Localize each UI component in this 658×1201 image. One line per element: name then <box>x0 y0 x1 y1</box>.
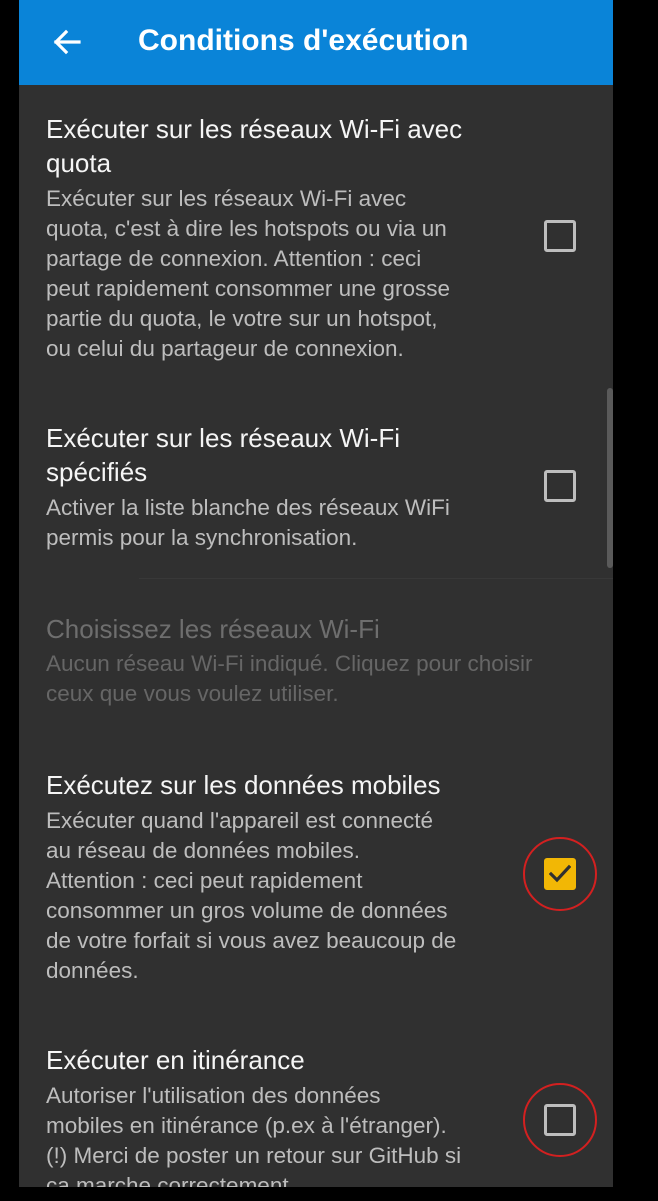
pref-summary: Exécuter sur les réseaux Wi-Fi avec quot… <box>46 184 516 364</box>
scrollbar[interactable] <box>607 388 613 568</box>
pref-summary-line: de votre forfait si vous avez beaucoup d… <box>46 928 457 953</box>
specified-wifi-checkbox[interactable] <box>544 470 576 502</box>
pref-summary-line: quota, c'est à dire les hotspots ou via … <box>46 216 447 241</box>
back-button[interactable] <box>47 22 87 62</box>
pref-title-line: quota <box>46 148 112 178</box>
app-screen: Conditions d'exécution Exécuter sur les … <box>19 0 613 1187</box>
pref-summary-line: Exécuter quand l'appareil est connecté <box>46 808 434 833</box>
pref-summary-line: partage de connexion. Attention : ceci <box>46 246 422 271</box>
arrow-left-icon <box>53 29 81 55</box>
pref-summary-line: ou celui du partageur de connexion. <box>46 336 404 361</box>
divider <box>139 578 613 579</box>
pref-title-line: Exécuter sur les réseaux Wi-Fi <box>46 423 400 453</box>
pref-summary-line: Aucun réseau Wi-Fi indiqué. Cliquez pour… <box>46 651 533 676</box>
pref-title-line: Exécuter en itinérance <box>46 1045 305 1075</box>
pref-summary-line: permis pour la synchronisation. <box>46 525 358 550</box>
pref-run-on-specified-wifi[interactable]: Exécuter sur les réseaux Wi-Fi spécifiés… <box>19 421 613 561</box>
pref-summary-line: consommer un gros volume de données <box>46 898 448 923</box>
pref-summary-line: données. <box>46 958 139 983</box>
pref-title-line: Exécutez sur les données mobiles <box>46 770 441 800</box>
pref-summary: Exécuter quand l'appareil est connecté a… <box>46 806 516 986</box>
pref-summary-line: Autoriser l'utilisation des données <box>46 1083 381 1108</box>
highlight-ring-roaming <box>523 1083 597 1157</box>
pref-title: Exécuter sur les réseaux Wi-Fi avec quot… <box>46 112 526 180</box>
pref-summary-line: (!) Merci de poster un retour sur GitHub… <box>46 1143 462 1168</box>
pref-summary-line: Exécuter sur les réseaux Wi-Fi avec <box>46 186 407 211</box>
pref-choose-wifi-networks[interactable]: Choisissez les réseaux Wi-Fi Aucun résea… <box>19 612 613 712</box>
highlight-ring-mobile-data <box>523 837 597 911</box>
pref-title: Exécuter sur les réseaux Wi-Fi spécifiés <box>46 421 526 489</box>
pref-title-line: spécifiés <box>46 457 148 487</box>
page-title: Conditions d'exécution <box>138 24 469 57</box>
pref-summary: Aucun réseau Wi-Fi indiqué. Cliquez pour… <box>46 649 586 709</box>
pref-title: Exécutez sur les données mobiles <box>46 768 526 802</box>
pref-summary-line: mobiles en itinérance (p.ex à l'étranger… <box>46 1113 447 1138</box>
pref-summary-line: ça marche correctement. <box>46 1173 295 1187</box>
pref-summary-line: Activer la liste blanche des réseaux WiF… <box>46 495 450 520</box>
app-bar: Conditions d'exécution <box>19 0 613 85</box>
pref-summary-line: ceux que vous voulez utiliser. <box>46 681 339 706</box>
pref-summary: Autoriser l'utilisation des données mobi… <box>46 1081 516 1187</box>
pref-title: Choisissez les réseaux Wi-Fi <box>46 612 526 646</box>
pref-summary-line: au réseau de données mobiles. <box>46 838 360 863</box>
pref-run-on-metered-wifi[interactable]: Exécuter sur les réseaux Wi-Fi avec quot… <box>19 112 613 372</box>
pref-title-line: Choisissez les réseaux Wi-Fi <box>46 614 380 644</box>
pref-title: Exécuter en itinérance <box>46 1043 526 1077</box>
pref-summary: Activer la liste blanche des réseaux WiF… <box>46 493 516 553</box>
pref-summary-line: Attention : ceci peut rapidement <box>46 868 363 893</box>
metered-wifi-checkbox[interactable] <box>544 220 576 252</box>
pref-summary-line: partie du quota, le votre sur un hotspot… <box>46 306 438 331</box>
pref-summary-line: peut rapidement consommer une grosse <box>46 276 450 301</box>
pref-title-line: Exécuter sur les réseaux Wi-Fi avec <box>46 114 463 144</box>
